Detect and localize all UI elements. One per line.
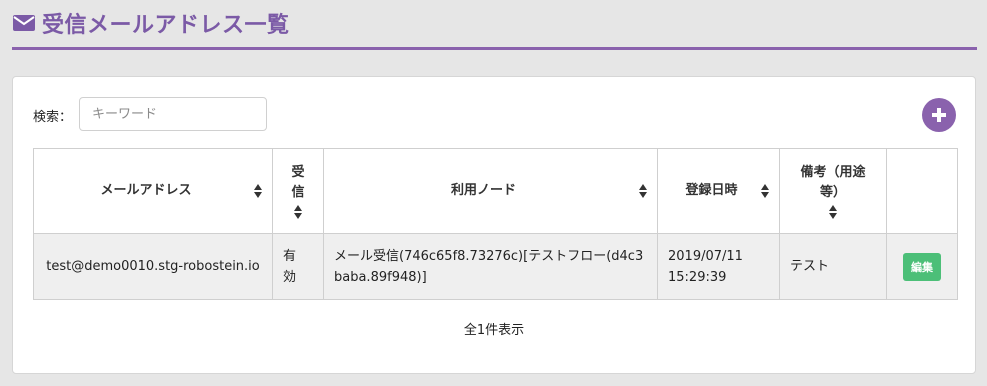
page-header: 受信メールアドレス一覧 — [12, 0, 977, 50]
cell-receive-1: 有 — [283, 248, 297, 264]
cell-receive-2: 効 — [283, 269, 297, 285]
record-count: 全1件表示 — [463, 323, 525, 338]
sort-icon — [254, 184, 262, 198]
title-wrap: 受信メールアドレス一覧 — [12, 9, 290, 38]
edit-button[interactable]: 編集 — [903, 252, 941, 281]
search-label: 検索： — [33, 110, 73, 125]
cell-node: メール受信(746c65f8.73276c)[テストフロー(d4c3baba.8… — [323, 233, 658, 300]
column-header-email[interactable]: メールアドレス — [33, 148, 273, 234]
cell-actions: 編集 — [886, 233, 958, 300]
sort-icon — [294, 205, 302, 219]
sort-icon — [639, 184, 647, 198]
cell-receive: 有 効 — [272, 233, 324, 300]
cell-registered: 2019/07/11 15:29:39 — [657, 233, 780, 300]
column-header-note[interactable]: 備考（用途 等） — [779, 148, 887, 234]
add-button[interactable] — [922, 98, 956, 132]
cell-note: テスト — [779, 233, 887, 300]
column-label-receive-2: 信 — [291, 185, 305, 200]
column-label-receive-1: 受 — [291, 165, 305, 180]
content-card: 検索： メールアドレス 受 — [12, 76, 976, 374]
column-label-note-2: 等） — [819, 185, 846, 200]
search-input[interactable] — [79, 97, 267, 131]
page-title: 受信メールアドレス一覧 — [42, 13, 290, 38]
column-label-note-1: 備考（用途 — [800, 165, 866, 180]
envelope-icon — [13, 15, 35, 31]
column-header-receive[interactable]: 受 信 — [272, 148, 324, 234]
column-label-node: 利用ノード — [450, 183, 516, 198]
plus-icon — [932, 108, 946, 122]
column-label-email: メールアドレス — [100, 183, 192, 198]
column-label-registered: 登録日時 — [685, 183, 738, 198]
sort-icon — [829, 205, 837, 219]
sort-icon — [761, 184, 769, 198]
cell-email: test@demo0010.stg-robostein.io — [33, 233, 273, 300]
column-header-node[interactable]: 利用ノード — [323, 148, 658, 234]
column-header-actions — [886, 148, 958, 234]
column-header-registered[interactable]: 登録日時 — [657, 148, 780, 234]
table-header-row: メールアドレス 受 信 利用ノード 登録日時 備考（用途 等） — [33, 148, 958, 234]
table-row: test@demo0010.stg-robostein.io 有 効 メール受信… — [33, 233, 958, 300]
email-table: メールアドレス 受 信 利用ノード 登録日時 備考（用途 等） test@dem… — [33, 148, 958, 300]
